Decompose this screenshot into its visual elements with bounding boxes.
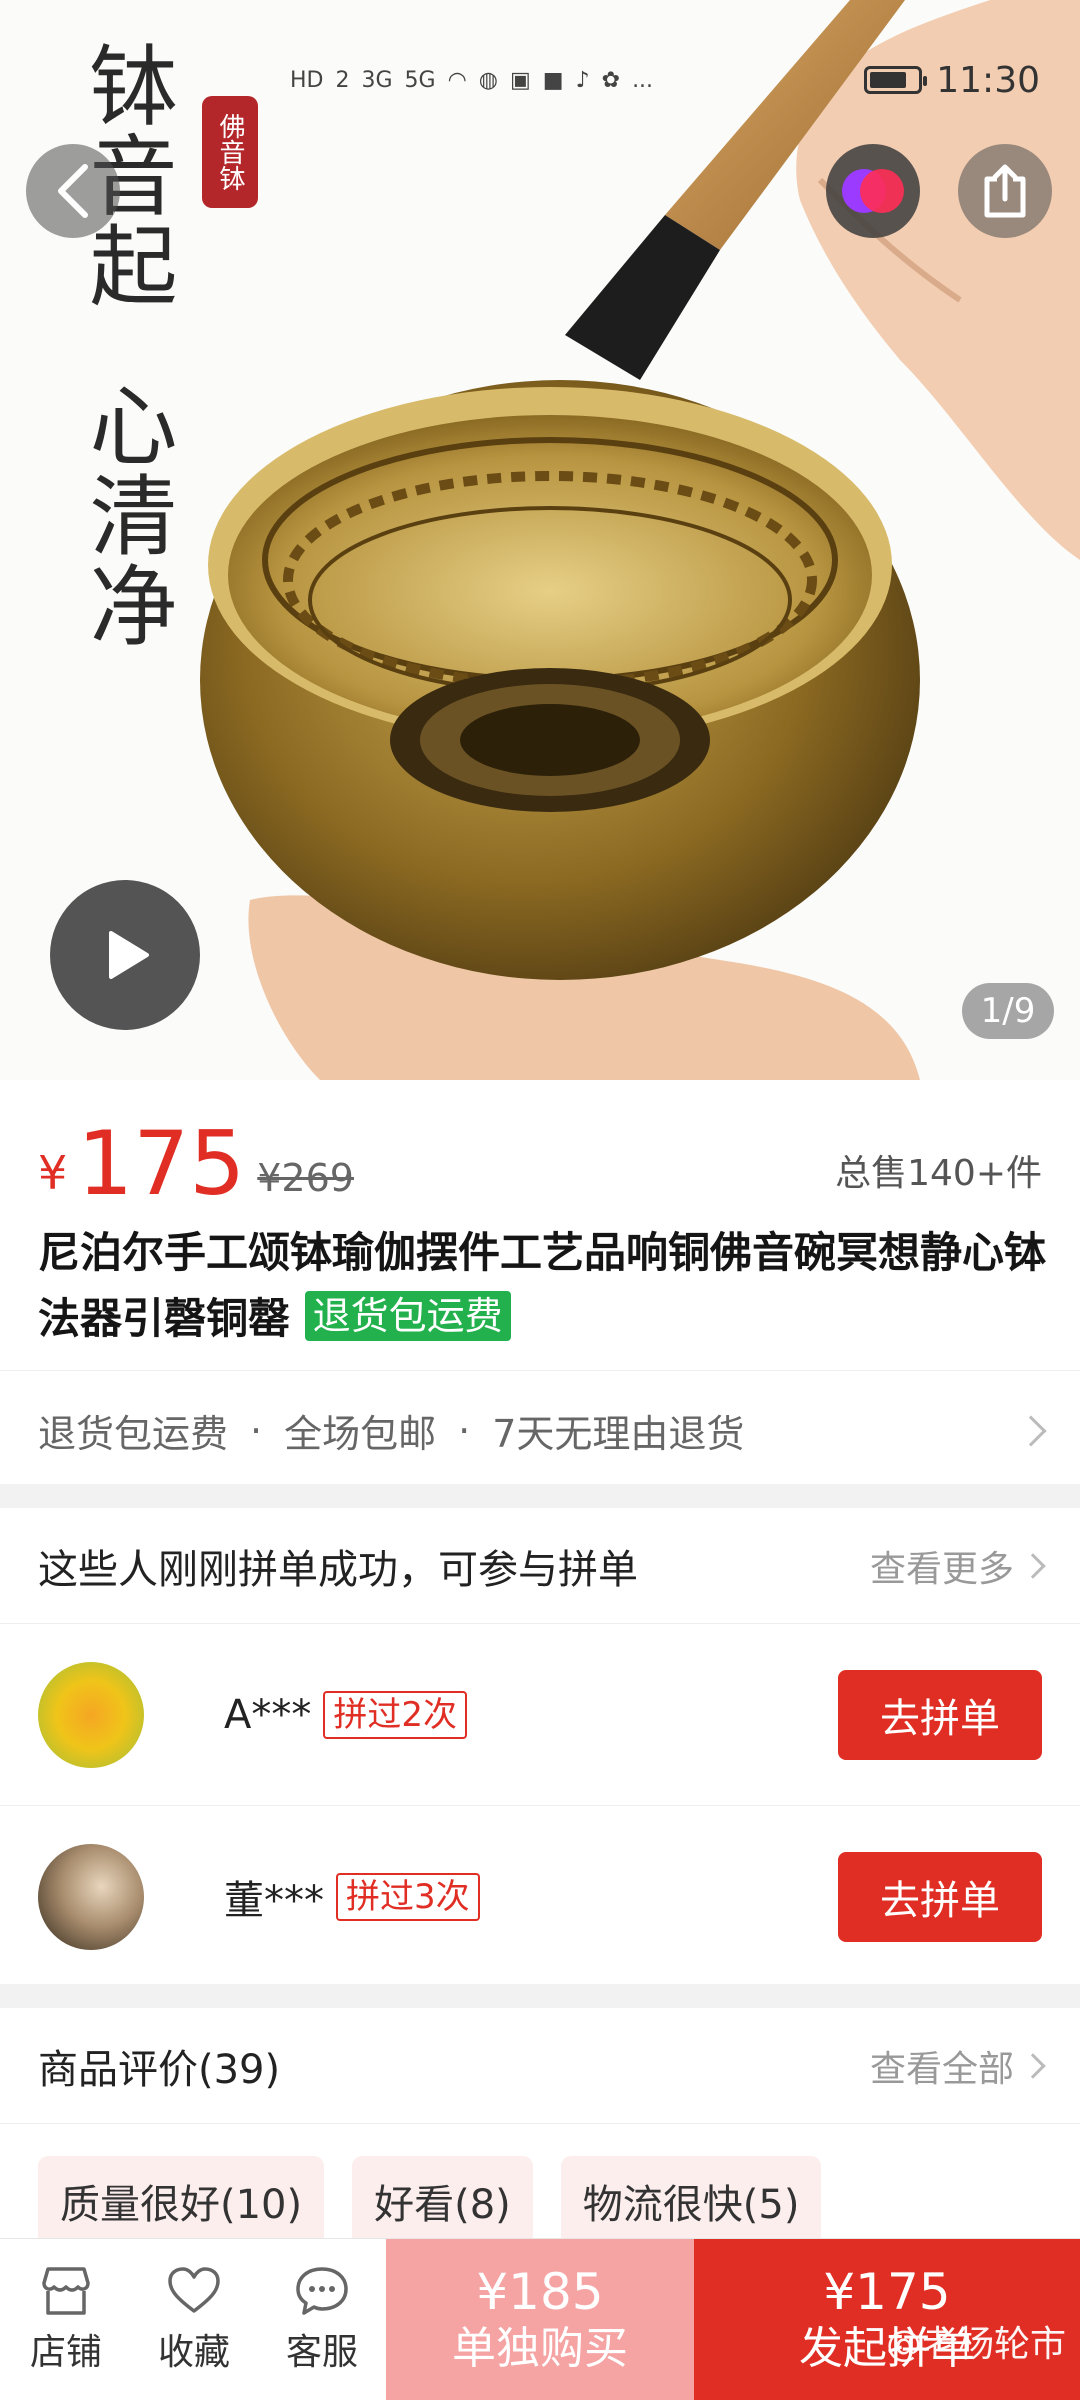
hd-icon: HD — [290, 67, 324, 93]
sim-icon: 2 — [335, 67, 350, 93]
tab-favorite[interactable]: 收藏 — [130, 2239, 258, 2400]
clock: 11:30 — [936, 59, 1040, 101]
tab-store[interactable]: 店铺 — [2, 2239, 130, 2400]
seal-stamp: 佛音钵 — [202, 96, 258, 208]
bottom-action-bar: 店铺 收藏 客服 ¥185 单独购买 ¥175 发起拼单 @老杨轮市 — [0, 2238, 1080, 2400]
join-count-tag: 拼过3次 — [336, 1872, 480, 1921]
status-icons: HD 2 3G 5G ◠ ◍ ▣ ■ ♪ ✿ ... — [290, 68, 653, 93]
sold-count: 总售140+件 — [835, 1153, 1042, 1194]
overlap-circles-icon — [842, 169, 904, 213]
currency-symbol: ¥ — [38, 1146, 68, 1200]
chevron-right-icon — [1020, 2052, 1046, 2079]
group-buy-header: 这些人刚刚拼单成功，可参与拼单 查看更多 — [0, 1508, 1080, 1624]
product-image-carousel[interactable]: HD 2 3G 5G ◠ ◍ ▣ ■ ♪ ✿ ... 11:30 钵音起 心清净… — [0, 0, 1080, 1080]
join-count-tag: 拼过2次 — [323, 1690, 468, 1739]
play-video-button[interactable] — [50, 880, 200, 1030]
chat-bubble-icon — [296, 2266, 348, 2315]
watermark: @老杨轮市 — [885, 2324, 1066, 2365]
back-button[interactable] — [26, 144, 120, 238]
user-name: A*** — [224, 1691, 312, 1738]
group-buy-heading: 这些人刚刚拼单成功，可参与拼单 — [38, 1546, 638, 1593]
signal-3g-icon: 3G — [361, 67, 393, 93]
tiktok-icon: ♪ — [575, 67, 590, 93]
group-buy-row: 董*** 拼过3次 去拼单 — [0, 1806, 1080, 1988]
app-logo-button[interactable] — [826, 144, 920, 238]
section-divider — [0, 1984, 1080, 2008]
group-buy-price: ¥175 — [823, 2262, 951, 2321]
service-item: 全场包邮 — [284, 1412, 437, 1456]
service-item: 7天无理由退货 — [492, 1412, 745, 1456]
view-more-link[interactable]: 查看更多 — [869, 1540, 1046, 1592]
start-group-buy-button[interactable]: ¥175 发起拼单 @老杨轮市 — [694, 2239, 1080, 2400]
tab-label: 店铺 — [29, 2331, 102, 2373]
join-group-button[interactable]: 去拼单 — [838, 1851, 1042, 1942]
globe-icon: ◍ — [478, 67, 498, 93]
avatar — [38, 1661, 144, 1768]
join-group-button[interactable]: 去拼单 — [838, 1669, 1042, 1760]
chevron-left-icon — [58, 164, 88, 218]
review-tag-chips: 质量很好(10) 好看(8) 物流很快(5) — [38, 2156, 822, 2246]
chat-icon: ■ — [542, 67, 564, 93]
baidu-icon: ✿ — [601, 67, 621, 93]
group-buy-row: A*** 拼过2次 去拼单 — [0, 1624, 1080, 1806]
tab-label: 收藏 — [157, 2331, 230, 2373]
chevron-right-icon — [1015, 1414, 1047, 1447]
app-icon: ▣ — [509, 67, 531, 93]
service-item: 退货包运费 — [38, 1412, 229, 1456]
product-title-text: 尼泊尔手工颂钵瑜伽摆件工艺品响铜佛音碗冥想静心钵法器引磬铜罄 — [38, 1228, 1047, 1343]
buy-alone-label: 单独购买 — [452, 2322, 628, 2374]
original-price: ¥269 — [257, 1156, 354, 1200]
buy-alone-price: ¥185 — [476, 2262, 604, 2321]
separator: · — [250, 1408, 263, 1453]
review-tag-chip[interactable]: 质量很好(10) — [38, 2156, 325, 2246]
review-tag-chip[interactable]: 物流很快(5) — [560, 2156, 822, 2246]
image-page-counter: 1/9 — [962, 983, 1054, 1039]
tab-customer-service[interactable]: 客服 — [258, 2239, 386, 2400]
heart-icon — [168, 2266, 220, 2313]
status-bar: HD 2 3G 5G ◠ ◍ ▣ ■ ♪ ✿ ... 11:30 — [290, 50, 1040, 110]
store-icon — [42, 2266, 90, 2315]
calligraphy-text-2: 心清净 — [75, 380, 178, 650]
reviews-heading: 商品评价(39) — [38, 2046, 281, 2093]
section-divider — [0, 1484, 1080, 1508]
wifi-icon: ◠ — [447, 67, 467, 93]
view-more-label: 查看更多 — [869, 1548, 1014, 1590]
reviews-header: 商品评价(39) 查看全部 — [0, 2008, 1080, 2124]
share-icon — [984, 164, 1026, 218]
signal-5g-icon: 5G — [404, 67, 436, 93]
separator: · — [458, 1408, 471, 1453]
price-row: ¥ 175 ¥269 总售140+件 — [38, 1112, 1042, 1212]
user-name: 董*** — [224, 1877, 324, 1924]
view-all-reviews-link[interactable]: 查看全部 — [869, 2040, 1046, 2092]
free-return-tag: 退货包运费 — [304, 1291, 511, 1341]
share-button[interactable] — [958, 144, 1052, 238]
tab-label: 客服 — [285, 2331, 358, 2373]
current-price: 175 — [77, 1112, 246, 1215]
play-icon — [109, 931, 149, 979]
chevron-right-icon — [1020, 1552, 1046, 1579]
product-title: 尼泊尔手工颂钵瑜伽摆件工艺品响铜佛音碗冥想静心钵法器引磬铜罄 退货包运费 — [38, 1220, 1048, 1352]
view-all-label: 查看全部 — [869, 2048, 1014, 2090]
service-guarantees[interactable]: 退货包运费 · 全场包邮 · 7天无理由退货 — [0, 1370, 1080, 1490]
review-tag-chip[interactable]: 好看(8) — [352, 2156, 533, 2246]
avatar — [38, 1843, 144, 1950]
battery-icon — [864, 66, 928, 94]
more-status-icon: ... — [632, 67, 654, 93]
buy-alone-button[interactable]: ¥185 单独购买 — [386, 2239, 694, 2400]
